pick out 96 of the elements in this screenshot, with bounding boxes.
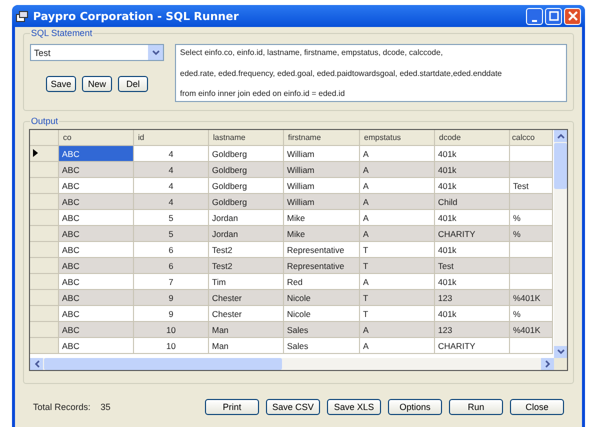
table-cell: A [360, 194, 434, 210]
table-cell: T [360, 258, 434, 274]
table-cell: Representative [284, 258, 360, 274]
table-cell: Chester [208, 290, 284, 306]
table-cell: ABC [58, 322, 134, 338]
table-cell: 123 [434, 290, 510, 306]
table-cell: Test [434, 258, 510, 274]
chevron-down-icon [152, 50, 160, 56]
table-cell: Man [208, 322, 284, 338]
column-header[interactable]: firstname [284, 130, 360, 146]
arrow-up-icon [556, 133, 564, 139]
table-cell [510, 338, 552, 354]
total-records-value: 35 [100, 402, 111, 412]
table-cell: %401K [510, 290, 552, 306]
sql-button[interactable]: Save [46, 76, 76, 92]
table-cell: CHARITY [434, 226, 510, 242]
total-records-label: Total Records: [33, 402, 91, 412]
table-cell: % [510, 226, 552, 242]
table-cell: Goldberg [208, 162, 284, 178]
horizontal-scrollbar[interactable] [30, 358, 567, 370]
table-cell: 4 [134, 194, 208, 210]
scrollbar-thumb[interactable] [554, 143, 567, 189]
arrow-down-icon [556, 349, 564, 355]
row-header[interactable] [30, 146, 58, 162]
table-cell: Nicole [284, 290, 360, 306]
table-cell [510, 258, 552, 274]
group-label: SQL Statement [30, 28, 94, 38]
table-cell: Child [434, 194, 510, 210]
window-icon [16, 10, 28, 22]
table-cell [510, 162, 552, 178]
table-cell: ABC [58, 338, 134, 354]
table-cell: ABC [58, 146, 134, 162]
column-header[interactable]: empstatus [360, 130, 434, 146]
table-cell: Sales [284, 338, 360, 354]
minimize-icon [532, 20, 537, 22]
table-cell: William [284, 162, 360, 178]
column-header[interactable]: id [134, 130, 208, 146]
footer-button[interactable]: Save XLS [327, 399, 381, 415]
table-cell: 123 [434, 322, 510, 338]
table-cell: A [360, 338, 434, 354]
query-dropdown[interactable]: Test [30, 44, 164, 61]
table-cell [510, 194, 552, 210]
sql-line: Select einfo.co, einfo.id, lastname, firstname, empstatus, dcode, calccode, [180, 48, 444, 57]
row-header-corner [30, 130, 58, 146]
table-cell: %401K [510, 322, 552, 338]
table-cell: 401k [434, 162, 510, 178]
table-cell: Jordan [208, 226, 284, 242]
table-cell: ABC [58, 258, 134, 274]
table-cell: CHARITY [434, 338, 510, 354]
scrollbar-thumb[interactable] [44, 358, 282, 370]
footer-button[interactable]: Close [510, 399, 564, 415]
table-cell: 6 [134, 258, 208, 274]
table-cell: A [360, 162, 434, 178]
table-cell: William [284, 194, 360, 210]
scrollbar-corner [554, 358, 567, 370]
sql-button[interactable]: New [82, 76, 112, 92]
window-title: Paypro Corporation - SQL Runner [33, 10, 239, 22]
sql-button[interactable]: Del [118, 76, 148, 92]
arrow-left-icon [34, 360, 40, 368]
table-cell: Test2 [208, 258, 284, 274]
column-header[interactable]: lastname [208, 130, 284, 146]
arrow-right-icon [544, 360, 550, 368]
footer-button[interactable]: Run [449, 399, 503, 415]
footer-button[interactable]: Save CSV [266, 399, 320, 415]
table-cell: Goldberg [208, 194, 284, 210]
table-cell: A [360, 226, 434, 242]
table-cell: ABC [58, 162, 134, 178]
table-cell: Sales [284, 322, 360, 338]
sql-line: from einfo inner join eded on einfo.id = eded.id [180, 89, 346, 98]
sql-line: eded.rate, eded.frequency, eded.goal, eded.paidtowardsgoal, eded.startdate,eded.enddate [180, 68, 503, 78]
sql-text-area[interactable] [175, 44, 567, 102]
footer-button[interactable]: Options [388, 399, 442, 415]
table-cell: T [360, 290, 434, 306]
table-cell: ABC [58, 290, 134, 306]
minimize-button[interactable] [526, 8, 543, 24]
table-cell: A [360, 322, 434, 338]
table-cell: Man [208, 338, 284, 354]
table-cell: 10 [134, 338, 208, 354]
column-header[interactable]: calcco [510, 130, 552, 146]
table-cell: ABC [58, 194, 134, 210]
current-row-icon [33, 148, 38, 156]
close-button[interactable] [564, 8, 581, 24]
footer-button[interactable]: Print [205, 399, 259, 415]
maximize-button[interactable] [545, 8, 562, 24]
maximize-icon [548, 11, 558, 21]
column-header[interactable]: dcode [434, 130, 510, 146]
column-header[interactable]: co [58, 130, 134, 146]
table-cell: 4 [134, 162, 208, 178]
table-cell: 9 [134, 290, 208, 306]
close-icon [568, 11, 578, 21]
table-cell: 5 [134, 226, 208, 242]
group-label: Output [30, 116, 60, 126]
vertical-scrollbar[interactable] [554, 130, 567, 358]
table-cell: ABC [58, 226, 134, 242]
table-cell: 10 [134, 322, 208, 338]
table-cell: Mike [284, 226, 360, 242]
